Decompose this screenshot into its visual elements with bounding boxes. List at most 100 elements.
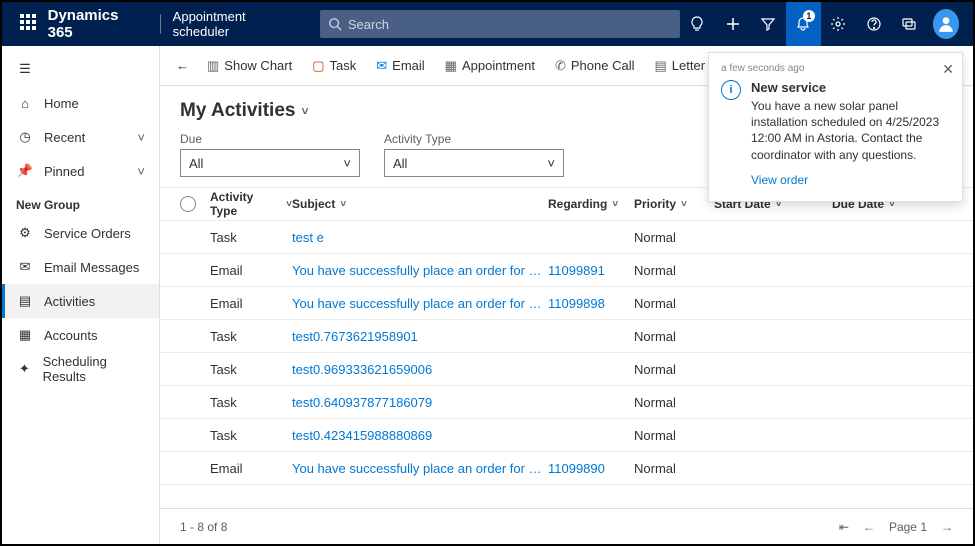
- cmd-letter[interactable]: ▤Letter: [646, 51, 713, 81]
- next-page-button[interactable]: →: [941, 520, 953, 534]
- filter-due: Due All˅: [180, 132, 360, 177]
- filter-type-label: Activity Type: [384, 132, 564, 146]
- filter-due-label: Due: [180, 132, 360, 146]
- cell-subject-link[interactable]: test0.640937877186079: [292, 395, 432, 410]
- notification-message: You have a new solar panel installation …: [751, 98, 950, 163]
- page-title[interactable]: My Activities˅: [180, 100, 308, 122]
- mail-icon: ✉: [16, 259, 34, 275]
- table-row[interactable]: Tasktest0.969333621659006Normal: [160, 353, 973, 386]
- notification-badge: 1: [803, 10, 815, 22]
- cell-activity-type: Task: [210, 395, 292, 410]
- cell-regarding-link[interactable]: 11099891: [548, 263, 605, 278]
- table-footer: 1 - 8 of 8 ⇤ ← Page 1 →: [160, 508, 973, 544]
- sidebar-item-service-orders[interactable]: ⚙Service Orders: [2, 216, 159, 250]
- notification-close-icon[interactable]: ✕: [942, 61, 954, 78]
- col-subject[interactable]: Subject: [292, 197, 548, 211]
- user-avatar[interactable]: [933, 9, 959, 39]
- calendar-icon: ▦: [445, 58, 457, 74]
- cell-activity-type: Email: [210, 461, 292, 476]
- table-row[interactable]: Tasktest eNormal: [160, 221, 973, 254]
- cmd-task[interactable]: ▢Task: [304, 51, 364, 81]
- cell-activity-type: Email: [210, 263, 292, 278]
- info-icon: i: [721, 80, 741, 100]
- cell-subject-link[interactable]: test0.423415988880869: [292, 428, 432, 443]
- app-name: Appointment scheduler: [173, 9, 290, 39]
- chat-icon[interactable]: [891, 2, 926, 46]
- cell-subject-link[interactable]: test0.969333621659006: [292, 362, 432, 377]
- search-icon: [328, 17, 342, 31]
- global-top-bar: Dynamics 365 Appointment scheduler Searc…: [2, 2, 973, 46]
- cell-subject-link[interactable]: test0.7673621958901: [292, 329, 418, 344]
- chevron-down-icon: ˅: [137, 164, 145, 179]
- pin-icon: 📌: [16, 163, 34, 179]
- brand-name: Dynamics 365: [48, 7, 136, 41]
- cmd-email[interactable]: ✉Email: [368, 51, 432, 81]
- add-icon[interactable]: [715, 2, 750, 46]
- page-indicator: Page 1: [889, 520, 927, 534]
- chevron-down-icon: ˅: [547, 156, 555, 171]
- sidebar-item-accounts[interactable]: ▦Accounts: [2, 318, 159, 352]
- back-button[interactable]: ←: [170, 51, 195, 81]
- table-row[interactable]: Tasktest0.640937877186079Normal: [160, 386, 973, 419]
- notification-title: New service: [751, 80, 950, 95]
- search-placeholder: Search: [348, 17, 389, 32]
- cell-activity-type: Task: [210, 329, 292, 344]
- col-regarding[interactable]: Regarding: [548, 197, 634, 211]
- notification-action-link[interactable]: View order: [751, 173, 950, 187]
- cell-subject-link[interactable]: You have successfully place an order for…: [292, 263, 548, 278]
- global-search[interactable]: Search: [320, 10, 680, 38]
- cell-regarding-link[interactable]: 11099898: [548, 296, 605, 311]
- prev-page-button[interactable]: ←: [863, 520, 875, 534]
- sidebar: ☰ ⌂Home ◷Recent˅ 📌Pinned˅ New Group ⚙Ser…: [2, 46, 160, 544]
- app-launcher-icon[interactable]: [20, 14, 38, 34]
- cmd-phone-call[interactable]: ✆Phone Call: [547, 51, 643, 81]
- lightbulb-icon[interactable]: [680, 2, 715, 46]
- table-row[interactable]: Tasktest0.423415988880869 Normal: [160, 419, 973, 452]
- filter-type-select[interactable]: All˅: [384, 149, 564, 177]
- cell-subject-link[interactable]: test e: [292, 230, 324, 245]
- sidebar-pinned[interactable]: 📌Pinned˅: [2, 154, 159, 188]
- cmd-appointment[interactable]: ▦Appointment: [437, 51, 543, 81]
- cell-activity-type: Task: [210, 428, 292, 443]
- sidebar-item-email-messages[interactable]: ✉Email Messages: [2, 250, 159, 284]
- table-row[interactable]: EmailYou have successfully place an orde…: [160, 287, 973, 320]
- cell-subject-link[interactable]: You have successfully place an order for…: [292, 461, 548, 476]
- sidebar-recent[interactable]: ◷Recent˅: [2, 120, 159, 154]
- phone-icon: ✆: [555, 58, 566, 74]
- col-activity-type[interactable]: Activity Type: [210, 190, 292, 218]
- notification-time: a few seconds ago: [721, 63, 950, 74]
- clock-icon: ◷: [16, 129, 34, 145]
- chevron-down-icon: ˅: [343, 156, 351, 171]
- sidebar-home[interactable]: ⌂Home: [2, 86, 159, 120]
- table-row[interactable]: EmailYou have successfully place an orde…: [160, 452, 973, 485]
- filter-due-select[interactable]: All˅: [180, 149, 360, 177]
- cmd-show-chart[interactable]: ▥Show Chart: [199, 51, 300, 81]
- gear-icon: ⚙: [16, 225, 34, 241]
- results-icon: ✦: [16, 361, 33, 377]
- table-row[interactable]: Tasktest0.7673621958901Normal: [160, 320, 973, 353]
- filter-icon[interactable]: [750, 2, 785, 46]
- sidebar-item-activities[interactable]: ▤Activities: [2, 284, 159, 318]
- settings-icon[interactable]: [821, 2, 856, 46]
- select-all-checkbox[interactable]: [180, 196, 196, 212]
- cell-subject-link[interactable]: You have successfully place an order for…: [292, 296, 548, 311]
- cell-regarding-link[interactable]: 11099890: [548, 461, 605, 476]
- sidebar-item-scheduling-results[interactable]: ✦Scheduling Results: [2, 352, 159, 386]
- home-icon: ⌂: [16, 96, 34, 111]
- notifications-icon[interactable]: 1: [786, 2, 821, 46]
- help-icon[interactable]: [856, 2, 891, 46]
- cell-activity-type: Task: [210, 230, 292, 245]
- cell-activity-type: Email: [210, 296, 292, 311]
- cell-priority: Normal: [634, 296, 714, 311]
- account-icon: ▦: [16, 327, 34, 343]
- content-area: ← ▥Show Chart ▢Task ✉Email ▦Appointment …: [160, 46, 973, 544]
- sidebar-hamburger[interactable]: ☰: [2, 52, 159, 86]
- col-priority[interactable]: Priority: [634, 197, 714, 211]
- first-page-button[interactable]: ⇤: [839, 520, 849, 534]
- letter-icon: ▤: [654, 58, 666, 74]
- email-icon: ✉: [376, 58, 387, 74]
- chevron-down-icon: ˅: [137, 130, 145, 145]
- chart-icon: ▥: [207, 58, 219, 74]
- cell-priority: Normal: [634, 428, 714, 443]
- table-row[interactable]: EmailYou have successfully place an orde…: [160, 254, 973, 287]
